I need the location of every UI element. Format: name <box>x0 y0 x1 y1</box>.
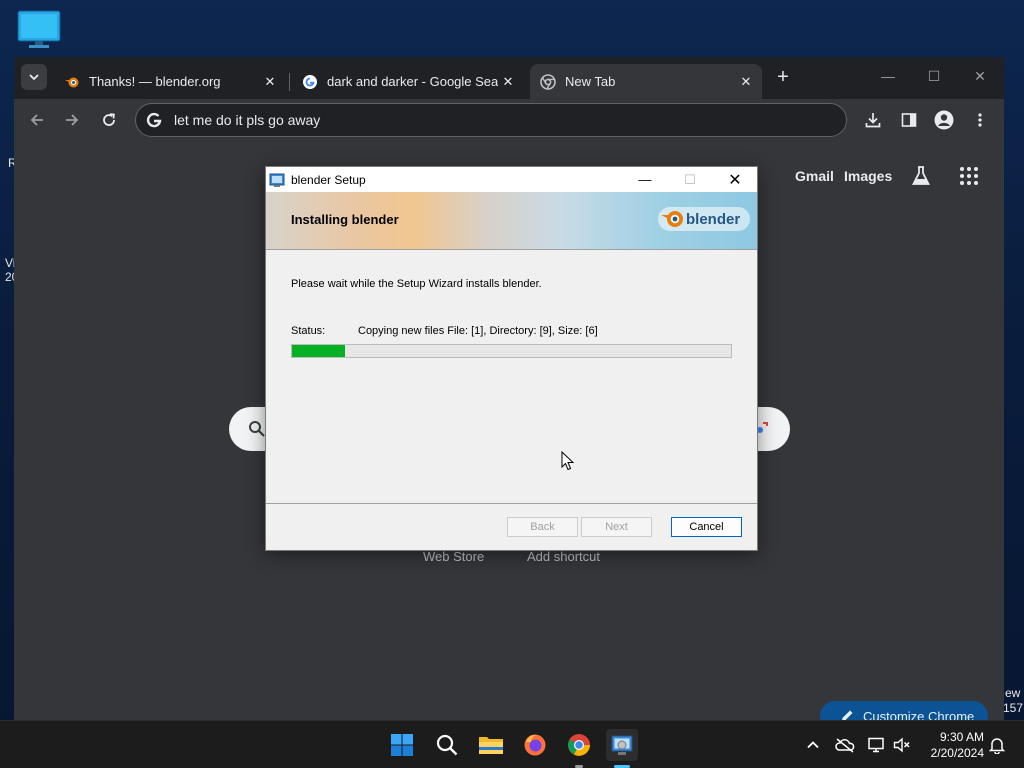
tab-separator <box>289 73 290 91</box>
reload-icon <box>103 113 115 126</box>
downloads-button[interactable] <box>859 107 887 133</box>
notifications-button[interactable] <box>986 733 1008 757</box>
shortcut-label-add-shortcut[interactable]: Add shortcut <box>527 549 600 564</box>
back-button[interactable] <box>23 107 51 133</box>
file-explorer-button[interactable] <box>475 729 507 761</box>
setup-taskbar-button[interactable] <box>606 729 638 761</box>
tab-new-tab[interactable]: New Tab ✕ <box>530 64 762 99</box>
dialog-footer: Back Next Cancel <box>266 504 757 550</box>
desktop-edge-text: ew <box>1005 686 1021 700</box>
tab-strip: Thanks! — blender.org ✕ dark and darker … <box>14 57 1004 99</box>
avatar-icon <box>934 110 954 130</box>
chevron-up-icon <box>807 741 819 749</box>
maximize-button[interactable]: ☐ <box>920 65 948 87</box>
next-button-disabled: Next <box>581 517 652 537</box>
chevron-down-icon <box>29 74 39 81</box>
folder-icon <box>479 737 503 754</box>
clock-time: 9:30 AM <box>939 730 984 744</box>
installer-icon <box>611 735 633 755</box>
gmail-link[interactable]: Gmail <box>795 168 834 184</box>
forward-button[interactable] <box>58 107 86 133</box>
progress-fill <box>292 345 345 357</box>
close-icon[interactable]: ✕ <box>498 72 518 92</box>
download-icon <box>865 113 881 128</box>
close-icon[interactable]: ✕ <box>260 72 280 92</box>
onedrive-button[interactable] <box>834 733 856 757</box>
labs-flask-icon[interactable] <box>911 165 931 187</box>
mouse-cursor-icon <box>561 451 575 471</box>
network-icon <box>868 737 884 753</box>
dialog-titlebar[interactable]: blender Setup — ☐ ✕ <box>266 167 757 192</box>
blender-icon <box>65 77 79 87</box>
arrow-left-icon <box>30 114 43 126</box>
chrome-icon <box>540 73 556 90</box>
firefox-button[interactable] <box>519 729 551 761</box>
dialog-title: blender Setup <box>291 172 366 187</box>
side-panel-icon <box>901 113 917 127</box>
more-vertical-icon <box>978 113 982 127</box>
dialog-minimize-button[interactable]: — <box>622 167 668 192</box>
firefox-icon <box>524 734 546 756</box>
reload-button[interactable] <box>95 107 123 133</box>
dialog-maximize-button: ☐ <box>684 171 696 187</box>
chrome-icon <box>568 734 590 756</box>
browser-toolbar: let me do it pls go away <box>14 99 1004 141</box>
profile-button[interactable] <box>930 107 958 133</box>
installer-icon <box>269 173 285 187</box>
this-pc-icon[interactable] <box>17 10 61 50</box>
desktop-edge-text: 157 <box>1003 701 1024 715</box>
apps-grid-icon[interactable] <box>959 166 979 186</box>
address-bar[interactable]: let me do it pls go away <box>135 103 847 137</box>
show-hidden-icons-button[interactable] <box>802 733 824 757</box>
tab-google-search[interactable]: dark and darker - Google Search ✕ <box>292 64 524 99</box>
side-panel-button[interactable] <box>895 107 923 133</box>
cancel-button[interactable]: Cancel <box>671 517 742 537</box>
close-icon[interactable]: ✕ <box>736 72 756 92</box>
menu-button[interactable] <box>966 107 994 133</box>
arrow-right-icon <box>66 114 79 126</box>
bell-icon <box>989 738 1005 754</box>
volume-button[interactable] <box>891 733 913 757</box>
images-link[interactable]: Images <box>844 168 892 184</box>
search-taskbar-button[interactable] <box>431 729 463 761</box>
tab-title: New Tab <box>565 74 616 89</box>
tab-search-button[interactable] <box>21 64 47 90</box>
dialog-close-button[interactable]: ✕ <box>712 167 758 192</box>
cloud-offline-icon <box>835 738 855 753</box>
search-icon <box>249 421 265 437</box>
shortcut-label-web-store[interactable]: Web Store <box>423 549 484 564</box>
speaker-muted-icon <box>893 737 910 753</box>
dialog-banner: Installing blender blender <box>266 192 757 250</box>
windows-logo-icon <box>391 734 413 756</box>
status-value: Copying new files File: [1], Directory: … <box>358 325 598 337</box>
address-text: let me do it pls go away <box>174 112 321 128</box>
google-g-icon <box>146 112 162 128</box>
network-button[interactable] <box>866 733 888 757</box>
tab-title: Thanks! — blender.org <box>89 74 221 89</box>
dialog-description: Please wait while the Setup Wizard insta… <box>291 278 542 290</box>
setup-dialog: blender Setup — ☐ ✕ Installing blender b… <box>265 166 758 551</box>
new-tab-button[interactable]: + <box>772 67 794 89</box>
taskbar: 9:30 AM 2/20/2024 <box>0 720 1024 768</box>
tab-title: dark and darker - Google Search <box>327 74 498 89</box>
status-label: Status: <box>291 325 326 337</box>
chrome-taskbar-button[interactable] <box>563 729 595 761</box>
blender-logo-icon: blender <box>658 207 750 231</box>
start-button[interactable] <box>386 729 418 761</box>
search-icon <box>436 734 458 756</box>
google-icon <box>303 74 317 89</box>
blender-logo-text: blender <box>686 211 740 228</box>
dialog-heading: Installing blender <box>291 212 399 227</box>
tab-blender[interactable]: Thanks! — blender.org ✕ <box>54 64 286 99</box>
back-button-disabled: Back <box>507 517 578 537</box>
close-window-button[interactable]: ✕ <box>966 65 994 87</box>
system-clock[interactable]: 9:30 AM 2/20/2024 <box>920 729 984 761</box>
minimize-button[interactable]: — <box>874 65 902 87</box>
install-progress-bar <box>291 344 732 358</box>
clock-date: 2/20/2024 <box>930 746 984 760</box>
